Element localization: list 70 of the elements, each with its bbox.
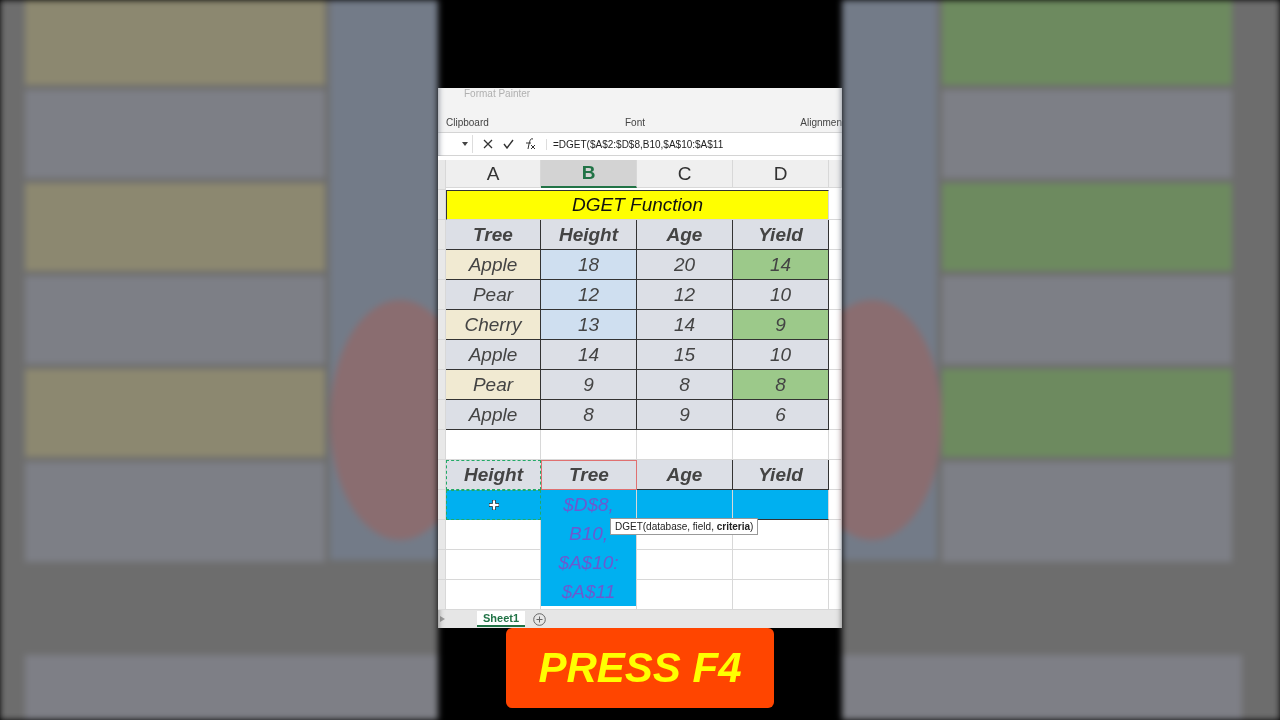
header-cell: Age (637, 220, 733, 250)
column-header[interactable]: C (637, 160, 733, 188)
row-header[interactable] (438, 280, 446, 310)
dropdown-icon[interactable] (462, 142, 468, 146)
formula-text: $A$11 (561, 580, 616, 603)
table-cell: 13 (541, 310, 637, 340)
row-header[interactable] (438, 490, 446, 520)
checkmark-icon[interactable] (503, 139, 514, 149)
table-cell: 8 (637, 370, 733, 400)
table-cell: 6 (733, 400, 829, 430)
row-header[interactable] (438, 400, 446, 430)
row-header[interactable] (438, 220, 446, 250)
row-header[interactable] (438, 340, 446, 370)
column-header[interactable]: A (446, 160, 541, 188)
row-header[interactable] (438, 550, 446, 580)
table-cell: Cherry (446, 310, 541, 340)
row-header[interactable] (438, 580, 446, 610)
ribbon-group-label: Alignmen (799, 117, 842, 128)
table-cell: Pear (446, 280, 541, 310)
header-cell: Age (637, 460, 733, 490)
table-cell: 12 (541, 280, 637, 310)
header-cell: Tree (446, 220, 541, 250)
table-cell: 14 (541, 340, 637, 370)
table-cell: 14 (733, 250, 829, 280)
table-cell: 9 (541, 370, 637, 400)
header-cell: Yield (733, 460, 829, 490)
formula-text: B10, (568, 522, 609, 545)
table-cell: 8 (733, 370, 829, 400)
table-cell: Pear (446, 370, 541, 400)
function-icon[interactable] (524, 138, 536, 150)
header-cell: Yield (733, 220, 829, 250)
formula-text: $A$10: (558, 551, 619, 574)
table-cell: 9 (637, 400, 733, 430)
table-cell: Apple (446, 250, 541, 280)
row-header[interactable] (438, 370, 446, 400)
function-tooltip: DGET(database, field, criteria) (610, 518, 759, 535)
row-header[interactable] (438, 160, 446, 190)
scroll-left-icon[interactable] (440, 616, 445, 622)
row-header[interactable] (438, 460, 446, 490)
header-cell: Height (446, 460, 541, 490)
column-header[interactable] (829, 160, 842, 188)
header-cell: Tree (541, 460, 637, 490)
caption-banner: PRESS F4 (506, 628, 774, 708)
title-cell: DGET Function (446, 190, 829, 220)
formula-text: $D$8, (563, 493, 614, 516)
table-cell: 9 (733, 310, 829, 340)
table-cell: 10 (733, 280, 829, 310)
sheet-tab[interactable]: Sheet1 (477, 611, 526, 627)
row-header[interactable] (438, 190, 446, 220)
table-cell: 8 (541, 400, 637, 430)
ribbon-group-label: Clipboard (446, 117, 490, 128)
close-icon[interactable] (483, 139, 493, 149)
row-header[interactable] (438, 430, 446, 460)
table-cell: 18 (541, 250, 637, 280)
table-cell: 12 (637, 280, 733, 310)
table-cell: 14 (637, 310, 733, 340)
add-sheet-icon[interactable] (533, 612, 547, 626)
table-cell: 15 (637, 340, 733, 370)
column-header[interactable]: B (541, 160, 637, 188)
row-header[interactable] (438, 310, 446, 340)
table-cell: Apple (446, 340, 541, 370)
header-cell: Height (541, 220, 637, 250)
table-cell: 20 (637, 250, 733, 280)
table-cell: Apple (446, 400, 541, 430)
table-cell: 10 (733, 340, 829, 370)
ribbon-group-label: Font (624, 117, 646, 128)
row-header[interactable] (438, 250, 446, 280)
row-header[interactable] (438, 520, 446, 550)
cursor-icon (488, 500, 499, 510)
column-header[interactable]: D (733, 160, 829, 188)
